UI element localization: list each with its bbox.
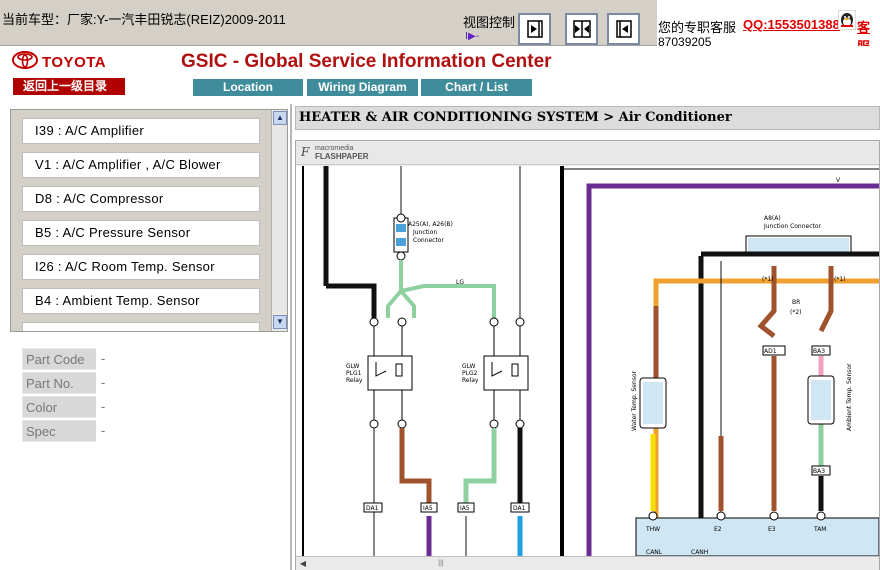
wire-label-v: V: [836, 177, 841, 184]
relay2-line1: GLW: [462, 363, 475, 370]
breadcrumb: HEATER & AIR CONDITIONING SYSTEM > Air C…: [295, 106, 880, 130]
site-header: TOYOTA 返回上一级目录 GSIC - Global Service Inf…: [0, 46, 880, 103]
part-no-value: -: [96, 372, 110, 394]
wire-label-lg: LG: [456, 279, 464, 286]
a8-sub: Junction Connector: [763, 223, 822, 230]
list-item[interactable]: V1 : A/C Amplifier , A/C Blower: [22, 152, 260, 178]
ecu-pin-thw: THW: [645, 526, 660, 533]
list-item[interactable]: [22, 322, 260, 331]
ecu-pin-tam: TAM: [813, 526, 826, 533]
wire-label-br: BR: [792, 299, 800, 306]
back-button[interactable]: 返回上一级目录: [13, 78, 125, 95]
arrow-left-icon: [614, 19, 634, 39]
tab-location[interactable]: Location: [193, 79, 303, 96]
tab-chart-list[interactable]: Chart / List: [421, 79, 532, 96]
page-title: GSIC - Global Service Information Center: [181, 51, 552, 72]
view-control-label: 视图控制: [463, 15, 516, 30]
tab-wiring-diagram[interactable]: Wiring Diagram: [307, 79, 418, 96]
top-bar: 当前车型：厂家:Y-一汽丰田锐志(REIZ)2009-2011 视图控制 I▶-…: [0, 0, 880, 54]
relay1-line2: PLG1: [346, 370, 362, 377]
terminal-ad1: AD1: [764, 348, 777, 355]
ecu-pin-canh: CANH: [691, 549, 708, 556]
relay2-line3: Relay: [462, 377, 479, 384]
wiring-diagram: DA1 IA5 IA5 DA1 A25(A), A26(B) Junction …: [296, 166, 879, 556]
customer-service-panel: 您的专职客服 QQ:1553501388 87039205 客服: [657, 0, 880, 54]
terminal-da1-left: DA1: [366, 505, 379, 512]
ecu-pin-canl: CANL: [646, 549, 663, 556]
note-star1a: (*1): [762, 276, 774, 283]
scroll-left-icon[interactable]: ◀: [297, 558, 309, 569]
relay1-line1: GLW: [346, 363, 359, 370]
viewer-horizontal-scrollbar[interactable]: ◀ |||: [296, 556, 879, 570]
view-split-button[interactable]: [565, 13, 598, 45]
list-item[interactable]: B4 : Ambient Temp. Sensor: [22, 288, 260, 314]
note-star2: (*2): [790, 309, 802, 316]
viewer-brand-bottom: FLASHPAPER: [314, 152, 369, 161]
part-code-value: -: [96, 348, 110, 370]
connector-a25-label: A25(A), A26(B): [408, 221, 453, 228]
svg-text:F: F: [301, 145, 310, 159]
scroll-down-icon[interactable]: ▼: [273, 315, 287, 329]
qq-link[interactable]: QQ:1553501388: [743, 17, 840, 32]
viewer-brand-top: macromedia: [314, 145, 354, 152]
terminal-ba3-bottom: BA3: [813, 468, 825, 475]
list-item[interactable]: D8 : A/C Compressor: [22, 186, 260, 212]
terminal-ia5-left: IA5: [423, 505, 433, 512]
ecu-pin-e3: E3: [768, 526, 776, 533]
scroll-grip-icon[interactable]: |||: [434, 559, 448, 568]
sensor1-label: Water Temp. Sensor: [631, 370, 638, 431]
flashpaper-icon: F: [300, 145, 311, 162]
view-expand-right-button[interactable]: [518, 13, 551, 45]
flashpaper-logo: F macromedia FLASHPAPER: [300, 145, 369, 162]
connector-a25-sub2: Connector: [413, 237, 444, 244]
flashpaper-viewer[interactable]: F macromedia FLASHPAPER DA1 IA5 IA5 DA1 …: [295, 140, 880, 570]
toyota-emblem-icon: [12, 51, 38, 74]
terminal-ba3-top: BA3: [813, 348, 825, 355]
terminal-ia5-right: IA5: [460, 505, 470, 512]
ecu-pin-e2: E2: [714, 526, 722, 533]
toyota-logo: TOYOTA: [12, 51, 106, 74]
panel-divider[interactable]: [290, 104, 292, 570]
view-control-icon: I▶-: [465, 31, 480, 42]
relay1-line3: Relay: [346, 377, 363, 384]
note-star1b: (*1): [834, 276, 846, 283]
viewer-toolbar: F macromedia FLASHPAPER: [296, 141, 879, 165]
connector-a25-sub1: Junction: [412, 229, 437, 236]
current-car-model: 当前车型：厂家:Y-一汽丰田锐志(REIZ)2009-2011: [2, 12, 286, 27]
brand-name: TOYOTA: [42, 54, 107, 71]
split-view-icon: [572, 19, 592, 39]
qq-penguin-icon[interactable]: [837, 9, 857, 31]
view-expand-left-button[interactable]: [607, 13, 640, 45]
terminal-da1-right: DA1: [513, 505, 526, 512]
a8-label: A8(A): [764, 215, 781, 222]
color-value: -: [96, 396, 110, 418]
relay2-line2: PLG2: [462, 370, 478, 377]
list-item[interactable]: I39 : A/C Amplifier: [22, 118, 260, 144]
list-item[interactable]: I26 : A/C Room Temp. Sensor: [22, 254, 260, 280]
list-item[interactable]: B5 : A/C Pressure Sensor: [22, 220, 260, 246]
list-scrollbar[interactable]: ▲ ▼: [271, 110, 287, 331]
scroll-thumb[interactable]: [273, 126, 287, 312]
service-text: 您的专职客服: [658, 20, 737, 35]
spec-value: -: [96, 420, 110, 442]
component-list: I39 : A/C Amplifier V1 : A/C Amplifier ,…: [10, 109, 288, 332]
sensor2-label: Ambient Temp. Sensor: [846, 363, 853, 431]
arrow-right-icon: [525, 19, 545, 39]
scroll-up-icon[interactable]: ▲: [273, 111, 287, 125]
